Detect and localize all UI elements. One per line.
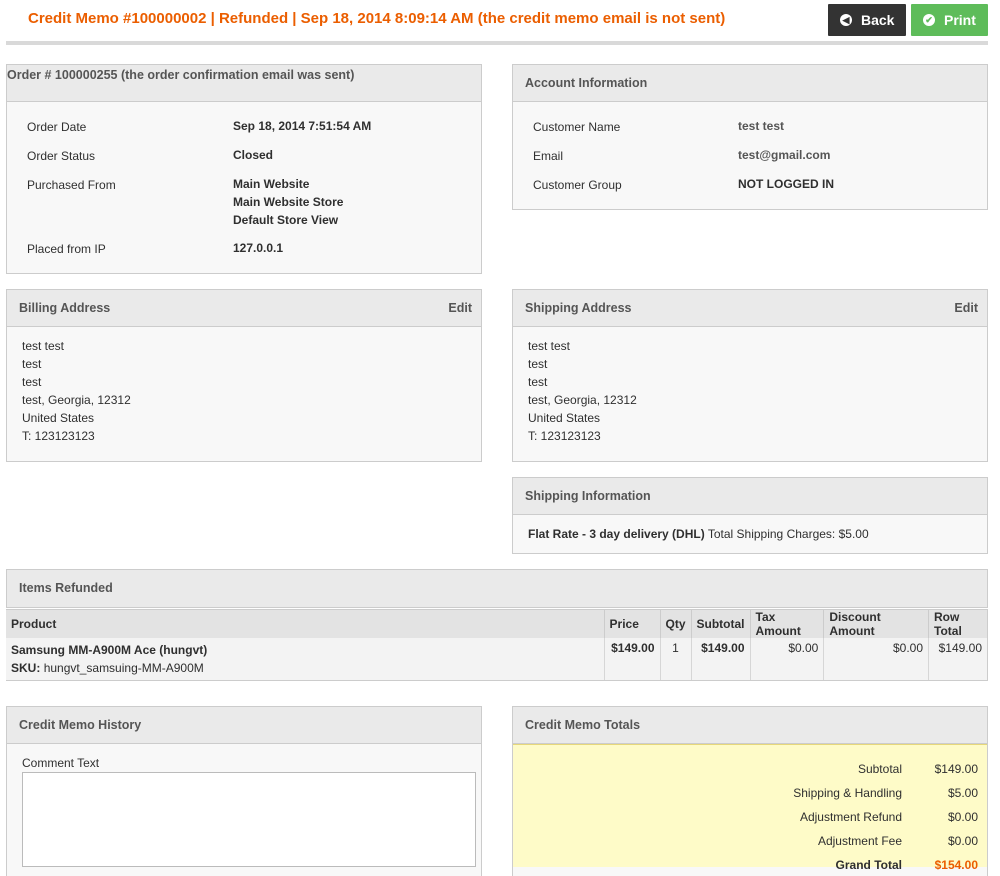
shipping-info-title: Shipping Information bbox=[525, 489, 651, 503]
adjustment-fee-value: $0.00 bbox=[947, 834, 978, 848]
subtotal-label: Subtotal bbox=[857, 762, 902, 776]
billing-line: test test bbox=[22, 339, 65, 353]
customer-name-value: test test bbox=[738, 119, 785, 133]
billing-address-box: Billing Address Edit test test test test… bbox=[6, 289, 482, 462]
product-sku-line: SKU: hungvt_samsuing-MM-A900M bbox=[11, 659, 599, 677]
shipping-info-header: Shipping Information bbox=[513, 478, 987, 515]
items-refunded-box: Items Refunded bbox=[6, 569, 988, 607]
purchased-from-website: Main Website bbox=[233, 177, 310, 191]
print-button-label: Print bbox=[944, 12, 976, 28]
col-row-total: Row Total bbox=[928, 607, 988, 638]
items-refunded-title: Items Refunded bbox=[19, 581, 113, 595]
col-price: Price bbox=[604, 607, 661, 638]
account-info-header: Account Information bbox=[513, 65, 987, 102]
customer-group-value: NOT LOGGED IN bbox=[738, 177, 834, 191]
header-divider bbox=[6, 41, 988, 45]
shipping-address-lines: test test test test test, Georgia, 12312… bbox=[528, 337, 637, 445]
shipping-line: test, Georgia, 12312 bbox=[528, 393, 637, 407]
sku-value: hungvt_samsuing-MM-A900M bbox=[43, 661, 204, 675]
back-button-label: Back bbox=[861, 12, 895, 28]
purchased-from-view: Default Store View bbox=[233, 213, 339, 227]
shipping-method-line: Flat Rate - 3 day delivery (DHL) Total S… bbox=[528, 527, 869, 541]
purchased-from-label: Purchased From bbox=[27, 178, 116, 192]
order-status-label: Order Status bbox=[27, 149, 96, 163]
email-label: Email bbox=[533, 149, 564, 163]
adjustment-fee-label: Adjustment Fee bbox=[817, 834, 902, 848]
subtotal-value: $149.00 bbox=[934, 762, 978, 776]
grand-total-value: $154.00 bbox=[934, 858, 978, 872]
order-info-title: Order # 100000255 (the order confirmatio… bbox=[7, 68, 355, 82]
tax-cell: $0.00 bbox=[750, 638, 825, 681]
credit-memo-history-title: Credit Memo History bbox=[19, 718, 142, 732]
qty-cell: 1 bbox=[660, 638, 692, 681]
customer-group-label: Customer Group bbox=[533, 178, 622, 192]
billing-line: test, Georgia, 12312 bbox=[22, 393, 131, 407]
credit-memo-totals-title: Credit Memo Totals bbox=[525, 718, 641, 732]
placed-ip-value: 127.0.0.1 bbox=[233, 241, 284, 255]
customer-name-label: Customer Name bbox=[533, 120, 621, 134]
shipping-handling-value: $5.00 bbox=[947, 786, 978, 800]
billing-address-header: Billing Address Edit bbox=[7, 290, 481, 327]
shipping-address-box: Shipping Address Edit test test test tes… bbox=[512, 289, 988, 462]
col-tax-amount: Tax Amount bbox=[750, 607, 825, 638]
billing-line: test bbox=[22, 357, 42, 371]
product-cell: Samsung MM-A900M Ace (hungvt) SKU: hungv… bbox=[6, 638, 605, 681]
items-refunded-header: Items Refunded bbox=[7, 570, 987, 607]
shipping-info-box: Shipping Information Flat Rate - 3 day d… bbox=[512, 477, 988, 554]
comment-textarea[interactable] bbox=[22, 772, 476, 867]
col-subtotal: Subtotal bbox=[691, 607, 751, 638]
col-product: Product bbox=[6, 607, 605, 638]
billing-edit-link[interactable]: Edit bbox=[448, 301, 472, 315]
adjustment-refund-label: Adjustment Refund bbox=[799, 810, 902, 824]
order-date-label: Order Date bbox=[27, 120, 87, 134]
price-cell: $149.00 bbox=[604, 638, 661, 681]
table-row: Samsung MM-A900M Ace (hungvt) SKU: hungv… bbox=[6, 638, 988, 681]
comment-text-label: Comment Text bbox=[22, 756, 100, 770]
account-info-box: Account Information Customer Name test t… bbox=[512, 64, 988, 210]
placed-ip-label: Placed from IP bbox=[27, 242, 106, 256]
billing-line: United States bbox=[22, 411, 95, 425]
arrow-left-icon: ◀ bbox=[840, 14, 852, 26]
shipping-line: test bbox=[528, 375, 548, 389]
sku-label: SKU: bbox=[11, 661, 41, 675]
grand-total-label: Grand Total bbox=[835, 858, 902, 872]
shipping-line: test test bbox=[528, 339, 571, 353]
shipping-edit-link[interactable]: Edit bbox=[954, 301, 978, 315]
print-button[interactable]: ✔ Print bbox=[911, 4, 988, 36]
credit-memo-history-header: Credit Memo History bbox=[7, 707, 481, 744]
shipping-line: test bbox=[528, 357, 548, 371]
order-date-value: Sep 18, 2014 7:51:54 AM bbox=[233, 119, 372, 133]
order-info-header: Order # 100000255 (the order confirmatio… bbox=[7, 65, 481, 102]
shipping-handling-label: Shipping & Handling bbox=[793, 786, 902, 800]
shipping-method: Flat Rate - 3 day delivery (DHL) bbox=[528, 527, 705, 541]
shipping-line: T: 123123123 bbox=[528, 429, 601, 443]
discount-cell: $0.00 bbox=[823, 638, 929, 681]
account-info-title: Account Information bbox=[525, 76, 648, 90]
page-title: Credit Memo #100000002 | Refunded | Sep … bbox=[28, 10, 726, 27]
row-total-cell: $149.00 bbox=[928, 638, 988, 681]
adjustment-refund-value: $0.00 bbox=[947, 810, 978, 824]
shipping-line: United States bbox=[528, 411, 601, 425]
billing-line: T: 123123123 bbox=[22, 429, 95, 443]
credit-memo-totals-header: Credit Memo Totals bbox=[513, 707, 987, 744]
shipping-address-title: Shipping Address bbox=[525, 301, 632, 315]
shipping-address-header: Shipping Address Edit bbox=[513, 290, 987, 327]
billing-line: test bbox=[22, 375, 42, 389]
order-info-box: Order # 100000255 (the order confirmatio… bbox=[6, 64, 482, 274]
back-button[interactable]: ◀ Back bbox=[828, 4, 906, 36]
col-qty: Qty bbox=[660, 607, 692, 638]
email-value[interactable]: test@gmail.com bbox=[738, 148, 830, 162]
col-discount-amount: Discount Amount bbox=[823, 607, 929, 638]
product-name: Samsung MM-A900M Ace (hungvt) bbox=[11, 643, 208, 657]
checkmark-icon: ✔ bbox=[923, 14, 935, 26]
shipping-charges: Total Shipping Charges: $5.00 bbox=[707, 527, 869, 541]
items-table-header-row: Product Price Qty Subtotal Tax Amount Di… bbox=[6, 607, 988, 638]
totals-area: Subtotal $149.00 Shipping & Handling $5.… bbox=[513, 744, 987, 872]
billing-address-lines: test test test test test, Georgia, 12312… bbox=[22, 337, 131, 445]
subtotal-cell: $149.00 bbox=[691, 638, 751, 681]
items-table: Product Price Qty Subtotal Tax Amount Di… bbox=[6, 607, 988, 681]
billing-address-title: Billing Address bbox=[19, 301, 111, 315]
purchased-from-store: Main Website Store bbox=[233, 195, 344, 209]
order-status-value: Closed bbox=[233, 148, 274, 162]
